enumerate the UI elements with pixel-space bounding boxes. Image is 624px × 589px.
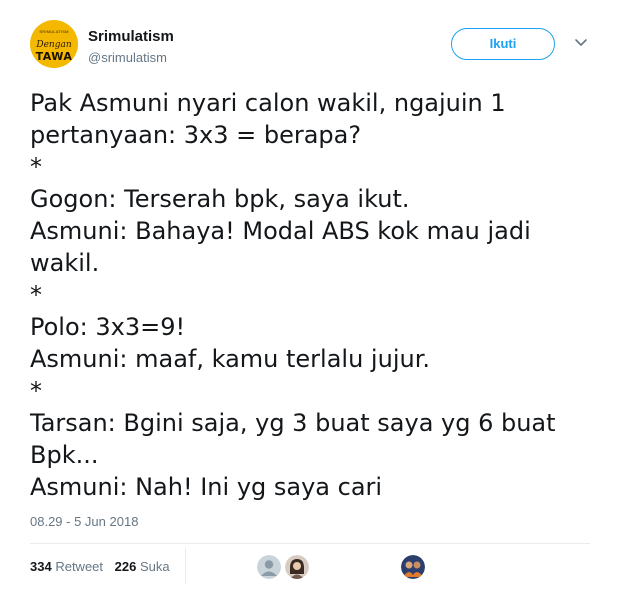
- tweet-line: Bpk...: [30, 441, 99, 469]
- person-photo-icon: [285, 555, 309, 579]
- tweet-line: Tarsan: Bgini saja, yg 3 buat saya yg 6 …: [30, 409, 556, 437]
- avatar[interactable]: SRIMULATISM Dengan TAWA: [30, 20, 78, 68]
- group-photo-icon: [401, 555, 425, 579]
- avatar-bold-text: TAWA: [35, 50, 73, 63]
- retweet-count: 334: [30, 559, 52, 574]
- stats-separator: [185, 548, 186, 584]
- tweet-line: Pak Asmuni nyari calon wakil, ngajuin 1: [30, 89, 506, 117]
- user-handle[interactable]: @srimulatism: [88, 50, 167, 65]
- liker-avatar[interactable]: [285, 555, 309, 579]
- tweet-line: *: [30, 153, 42, 181]
- tweet-stats: 334 Retweet 226 Suka: [30, 559, 178, 574]
- retweet-label: Retweet: [55, 559, 104, 574]
- like-count: 226: [114, 559, 137, 574]
- chevron-down-icon[interactable]: [574, 38, 588, 48]
- tweet-line: Gogon: Terserah bpk, saya ikut.: [30, 185, 410, 213]
- display-name[interactable]: Srimulatism: [88, 28, 174, 45]
- divider: [30, 543, 590, 544]
- avatar-script-text: Dengan: [36, 40, 72, 50]
- default-user-icon: [257, 555, 281, 579]
- tweet-line: Asmuni: maaf, kamu terlalu jujur.: [30, 345, 430, 373]
- tweet-line: *: [30, 281, 42, 309]
- tweet-text: Pak Asmuni nyari calon wakil, ngajuin 1 …: [30, 87, 600, 503]
- liker-avatar[interactable]: [401, 555, 425, 579]
- tweet-line: Polo: 3x3=9!: [30, 313, 186, 341]
- tweet-line: wakil.: [30, 249, 100, 277]
- tweet-line: Asmuni: Nah! Ini yg saya cari: [30, 473, 383, 501]
- liker-avatar[interactable]: [257, 555, 281, 579]
- avatar-top-text: SRIMULATISM: [39, 29, 69, 34]
- like-stat[interactable]: 226 Suka: [115, 559, 170, 574]
- follow-button[interactable]: Ikuti: [451, 28, 555, 60]
- like-label: Suka: [139, 559, 170, 574]
- tweet-line: Asmuni: Bahaya! Modal ABS kok mau jadi: [30, 217, 531, 245]
- tweet-timestamp[interactable]: 08.29 - 5 Jun 2018: [30, 514, 138, 529]
- retweet-stat[interactable]: 334 Retweet: [30, 559, 103, 574]
- tweet-line: *: [30, 377, 42, 405]
- tweet-line: pertanyaan: 3x3 = berapa?: [30, 121, 362, 149]
